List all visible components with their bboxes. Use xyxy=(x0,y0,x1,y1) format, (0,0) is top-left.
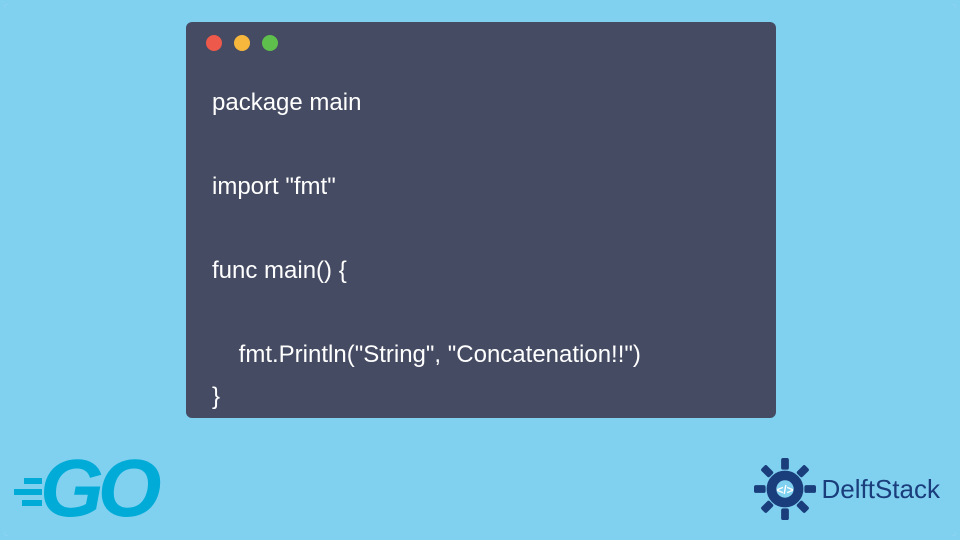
go-logo: GO xyxy=(10,456,185,536)
svg-text:</>: </> xyxy=(776,484,793,497)
window-titlebar xyxy=(186,22,776,64)
blue-panel: package main import "fmt" func main() { … xyxy=(4,4,956,536)
delftstack-logo: </> DelftStack xyxy=(754,458,941,520)
maximize-icon xyxy=(262,35,278,51)
code-window: package main import "fmt" func main() { … xyxy=(186,22,776,418)
go-logo-text: GO xyxy=(40,442,156,536)
close-icon xyxy=(206,35,222,51)
code-block: package main import "fmt" func main() { … xyxy=(186,64,776,418)
card-container: package main import "fmt" func main() { … xyxy=(4,4,956,536)
delftstack-logo-text: DelftStack xyxy=(822,474,941,505)
go-speed-lines-icon xyxy=(10,478,42,511)
gear-icon: </> xyxy=(754,458,816,520)
minimize-icon xyxy=(234,35,250,51)
